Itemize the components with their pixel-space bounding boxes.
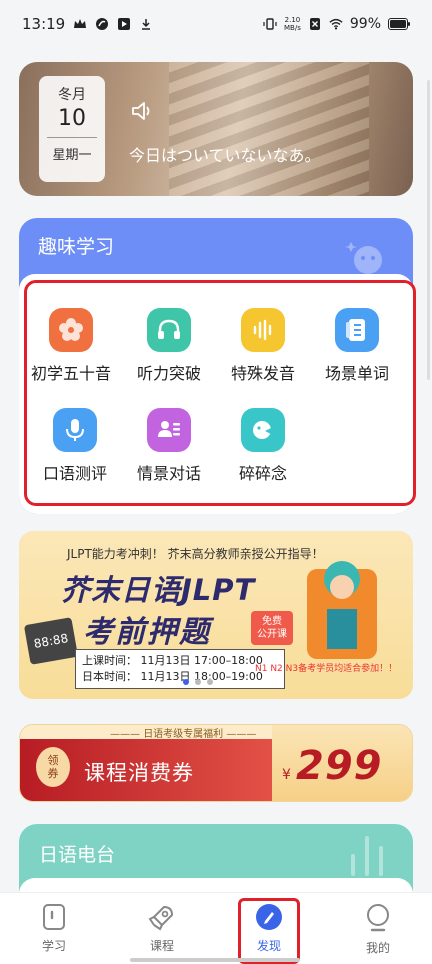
badge-line-2: 公开课 (257, 629, 287, 640)
bottom-navigation: 学习 课程 发现 我的 (0, 892, 432, 964)
play-store-icon (118, 18, 131, 30)
battery-icon (388, 18, 410, 30)
free-class-badge: 免费 公开课 (251, 611, 293, 645)
feature-item-listening[interactable]: 听力突破 (123, 308, 215, 388)
feature-item-vocabulary[interactable]: 场景单词 (311, 308, 403, 388)
banner-headline-2: 考前押题 (83, 615, 211, 650)
radio-bar (379, 846, 383, 876)
pagination-dot (195, 679, 201, 685)
lunar-month: 冬月 (58, 87, 86, 103)
profile-icon (367, 904, 389, 932)
feature-grid: 初学五十音 听力突破 特殊发音 场景单词 口语测评 情景对话 碎碎念 (19, 274, 413, 514)
microphone-icon (53, 408, 97, 452)
class-time-beijing: 上课时间： 11月13日 17:00–18:00 (82, 654, 263, 667)
pagination-dot (183, 679, 189, 685)
speed-unit: MB/s (284, 24, 301, 32)
daily-quote-text: 今日はついていないなあ。 (129, 146, 321, 165)
day-number: 10 (58, 106, 86, 131)
nav-label: 课程 (149, 939, 174, 953)
badge-line-1: 免费 (262, 616, 282, 627)
radio-bar (365, 836, 369, 876)
crown-icon (74, 19, 87, 28)
date-divider (47, 137, 97, 138)
class-times: 上课时间： 11月13日 17:00–18:00 日本时间： 11月13日 18… (75, 649, 285, 689)
coupon-note: ——— 日语考级专属福利 ——— (110, 729, 257, 740)
nav-label: 我的 (365, 941, 390, 955)
study-icon (43, 904, 65, 930)
feature-label: 口语测评 (42, 464, 107, 483)
coupon-price: 299 (296, 743, 383, 789)
nav-discover[interactable]: 发现 (229, 903, 309, 954)
date-box: 冬月 10 星期一 (39, 76, 105, 182)
jlpt-promo-banner[interactable]: JLPT能力考冲刺！ 芥末高分教师亲授公开指导！ 芥末日语JLPT 考前押题 免… (19, 531, 413, 699)
home-indicator[interactable] (130, 958, 300, 962)
discover-icon (256, 904, 282, 930)
hero-background-image (169, 62, 369, 196)
nav-profile[interactable]: 我的 (338, 903, 418, 956)
currency-symbol: ¥ (282, 767, 291, 783)
banner-pagination (183, 679, 213, 685)
flower-icon (49, 308, 93, 352)
rocket-icon (148, 906, 173, 931)
clock-text: 88:88 (32, 631, 70, 651)
dialogue-icon (147, 408, 191, 452)
coupon-note-text: 日语考级专属福利 (143, 729, 224, 740)
wifi-icon (329, 18, 343, 30)
nav-courses[interactable]: 课程 (122, 903, 202, 954)
coupon-seal: 领 券 (36, 747, 70, 787)
status-time: 13:19 (22, 15, 66, 33)
radio-bar (351, 854, 355, 876)
feature-item-chatter[interactable]: 碎碎念 (217, 408, 309, 488)
no-sim-icon (309, 18, 320, 30)
alarm-clock-icon: 88:88 (23, 617, 79, 665)
pagination-dot (207, 679, 213, 685)
download-icon (142, 19, 151, 30)
scrollbar[interactable] (427, 80, 430, 380)
feature-label: 情景对话 (136, 464, 201, 483)
chat-face-icon (241, 408, 285, 452)
feature-label: 碎碎念 (238, 464, 287, 483)
feature-item-dialogue[interactable]: 情景对话 (123, 408, 215, 488)
feature-label: 特殊发音 (230, 364, 295, 383)
student-illustration (307, 561, 377, 659)
banner-subtitle: JLPT能力考冲刺！ 芥末高分教师亲授公开指导！ (67, 547, 324, 561)
seal-char-2: 券 (47, 767, 59, 780)
speed-value: 2.10 (284, 16, 301, 24)
headphones-icon (147, 308, 191, 352)
feature-item-speaking[interactable]: 口语测评 (29, 408, 121, 488)
nav-label: 发现 (256, 939, 281, 953)
daily-quote-card[interactable]: 冬月 10 星期一 今日はついていないなあ。 (19, 62, 413, 196)
soundwave-icon (241, 308, 285, 352)
fun-learning-panel: 初学五十音 听力突破 特殊发音 场景单词 口语测评 情景对话 碎碎念 (19, 274, 413, 514)
nav-label: 学习 (41, 939, 66, 953)
fun-learning-section: 趣味学习 初学五十音 听力突破 特殊发音 场景单词 口语测评 情景对话 碎碎念 (19, 218, 413, 514)
feature-item-kana[interactable]: 初学五十音 (25, 308, 117, 388)
vibrate-icon (263, 18, 277, 30)
radio-bars-decoration (351, 836, 383, 876)
section-title: 趣味学习 (38, 236, 115, 258)
app-logo-icon (96, 18, 109, 30)
mascot-decoration-icon (345, 242, 382, 274)
network-speed: 2.10 MB/s (284, 16, 301, 32)
section-title: 日语电台 (39, 844, 116, 866)
course-coupon[interactable]: ——— 日语考级专属福利 ——— 领 券 课程消费券 ¥ 299 (19, 724, 413, 802)
feature-label: 初学五十音 (30, 364, 111, 383)
feature-label: 场景单词 (324, 364, 389, 383)
coupon-name: 课程消费券 (84, 761, 194, 785)
feature-item-pronunciation[interactable]: 特殊发音 (217, 308, 309, 388)
nav-study[interactable]: 学习 (14, 903, 94, 954)
feature-label: 听力突破 (136, 364, 201, 383)
status-bar: 13:19 2.10 MB/s 99% (0, 0, 432, 48)
banner-headline: 芥末日语JLPT (61, 573, 256, 607)
battery-percent: 99% (349, 16, 381, 32)
class-time-japan: 日本时间： 11月13日 18:00–19:00 (82, 670, 263, 683)
book-icon (335, 308, 379, 352)
weekday: 星期一 (52, 148, 92, 163)
speaker-icon[interactable] (131, 100, 155, 122)
seal-char-1: 领 (47, 754, 59, 767)
